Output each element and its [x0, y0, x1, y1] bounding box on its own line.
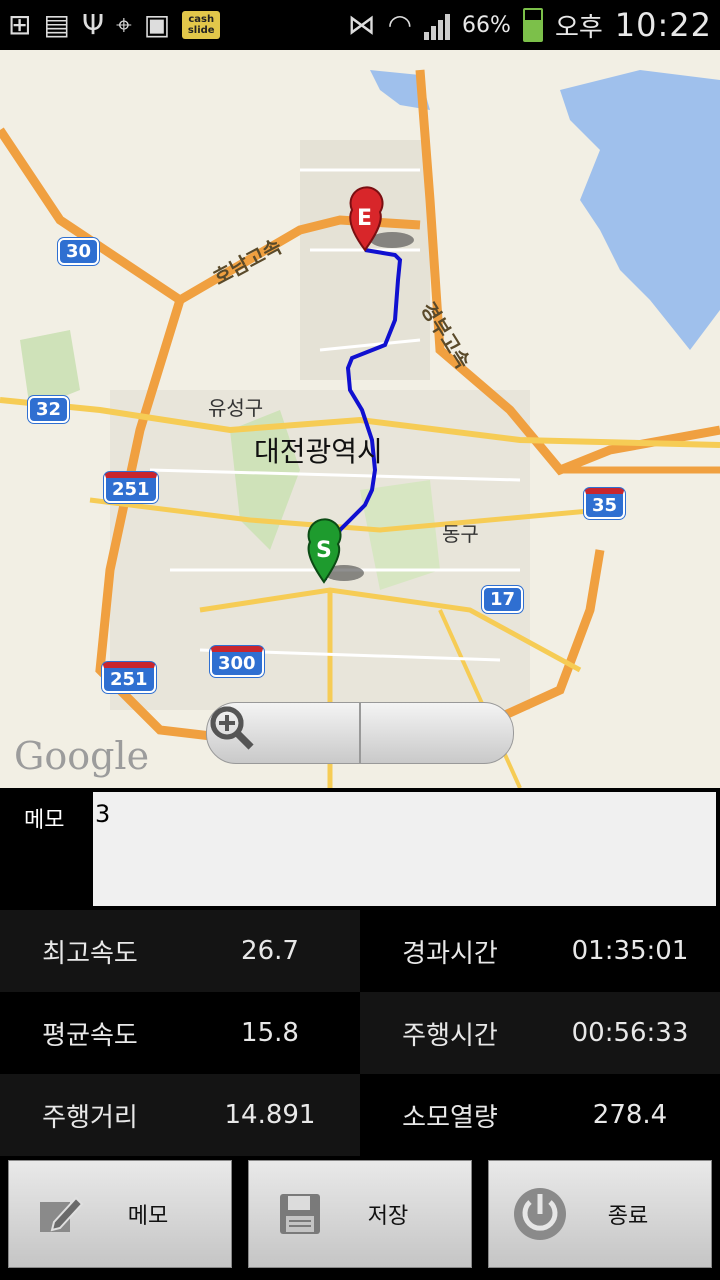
route-shield: 251	[104, 472, 158, 503]
memo-section: 메모 3	[0, 790, 720, 910]
time-ampm: 오후	[554, 12, 603, 43]
battery-icon	[522, 8, 543, 42]
battery-percent: 66%	[462, 12, 511, 38]
avg-speed-value: 15.8	[180, 992, 360, 1074]
exit-button-label: 종료	[607, 1204, 649, 1229]
distance-value: 14.891	[180, 1074, 360, 1156]
max-speed-value: 26.7	[180, 910, 360, 992]
clock: 10:22	[614, 6, 712, 44]
distance-label: 주행거리	[0, 1074, 180, 1156]
max-speed-label: 최고속도	[0, 910, 180, 992]
marker-end-label: E	[357, 206, 373, 231]
route-shield: 251	[102, 662, 156, 693]
memo-button-label: 메모	[127, 1204, 169, 1229]
exit-button[interactable]: 종료	[488, 1160, 712, 1268]
memo-button[interactable]: 메모	[8, 1160, 232, 1268]
cashslide-icon: cash slide	[182, 11, 221, 39]
calories-value: 278.4	[540, 1074, 720, 1156]
plus-icon: ⊞	[8, 8, 32, 41]
memo-label: 메모	[24, 808, 65, 833]
drive-time-label: 주행시간	[360, 992, 540, 1074]
drive-time-value: 00:56:33	[540, 992, 720, 1074]
save-button[interactable]: 저장	[248, 1160, 472, 1268]
signal-icon	[424, 10, 451, 40]
route-shield: 32	[28, 396, 70, 423]
storage-icon: ▤	[43, 8, 70, 41]
usb-icon: Ψ	[81, 8, 104, 41]
button-bar: 메모 저장 종료	[0, 1156, 720, 1280]
zoom-control	[206, 702, 514, 764]
status-bar: ⊞ ▤ Ψ ⌖ ▣ cash slide ⋈ ◠ 66% 오후 10:22	[0, 0, 720, 50]
save-button-label: 저장	[367, 1204, 409, 1229]
district-yuseong: 유성구	[208, 396, 264, 420]
zoom-in-icon	[210, 706, 254, 750]
image-icon: ▣	[143, 8, 171, 41]
district-dong: 동구	[442, 522, 479, 546]
google-logo: Google	[14, 734, 150, 778]
route-shield: 300	[210, 646, 264, 677]
wifi-icon: ◠	[387, 8, 413, 41]
gps-icon: ⌖	[115, 8, 132, 41]
city-label: 대전광역시	[254, 435, 383, 468]
memo-field[interactable]: 3	[93, 792, 716, 906]
mute-icon: ⋈	[347, 8, 376, 41]
stats-table: 최고속도 26.7 경과시간 01:35:01 평균속도 15.8 주행시간 0…	[0, 910, 720, 1156]
marker-start-label: S	[316, 538, 332, 563]
power-icon	[505, 1186, 575, 1242]
route-shield: 17	[482, 586, 524, 613]
save-icon	[265, 1190, 335, 1238]
route-shield: 30	[58, 238, 100, 265]
elapsed-time-label: 경과시간	[360, 910, 540, 992]
elapsed-time-value: 01:35:01	[540, 910, 720, 992]
calories-label: 소모열량	[360, 1074, 540, 1156]
route-shield: 35	[584, 488, 626, 519]
zoom-in-button[interactable]	[210, 703, 513, 763]
avg-speed-label: 평균속도	[0, 992, 180, 1074]
map-view[interactable]: E S 유성구 동구 대전광역시 호남고속 경부고속 30 32 251 251…	[0, 50, 720, 788]
edit-icon	[25, 1190, 95, 1238]
